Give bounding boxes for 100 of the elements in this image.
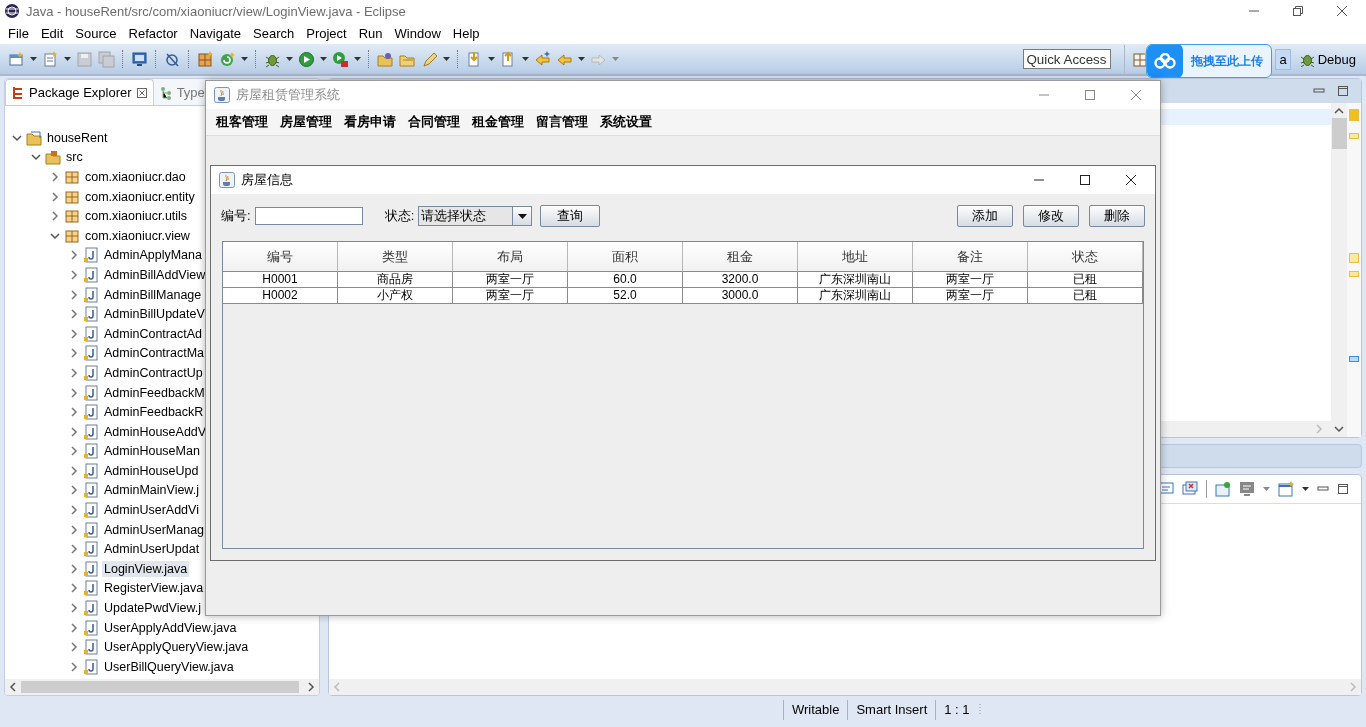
collapsed-chevron-icon[interactable] [68, 288, 80, 301]
menu-item[interactable]: 房屋管理 [274, 113, 338, 131]
refresh-icon[interactable] [219, 50, 236, 68]
collapsed-chevron-icon[interactable] [68, 621, 80, 634]
overview-marker[interactable] [1349, 253, 1359, 263]
tree-item[interactable]: AdminHouseAddV [102, 423, 209, 440]
caret-icon[interactable] [286, 57, 293, 61]
tree-item[interactable]: com.xiaoniucr.utils [83, 208, 190, 225]
tree-item[interactable]: AdminContractMa [102, 345, 207, 362]
menu-item[interactable]: Help [446, 25, 486, 41]
action-button[interactable]: 添加 [957, 205, 1013, 227]
caret-icon[interactable] [578, 57, 585, 61]
new-window-icon[interactable] [8, 50, 25, 68]
tree-item[interactable]: AdminContractUp [102, 364, 205, 381]
collapsed-chevron-icon[interactable] [49, 190, 61, 203]
tree-item[interactable]: com.xiaoniucr.view [83, 227, 192, 244]
caret-icon[interactable] [64, 57, 71, 61]
collapsed-chevron-icon[interactable] [68, 484, 80, 497]
menu-item[interactable]: Source [69, 25, 123, 41]
menu-item[interactable]: Search [247, 25, 301, 41]
caret-icon[interactable] [30, 57, 37, 61]
collapsed-chevron-icon[interactable] [68, 523, 80, 536]
menu-item[interactable]: Window [388, 25, 447, 41]
tree-item[interactable]: UserBillQueryView.java [102, 658, 236, 675]
menu-item[interactable]: 看房申请 [338, 113, 402, 131]
tree-item[interactable]: com.xiaoniucr.entity [83, 188, 197, 205]
overview-marker[interactable] [1349, 356, 1359, 362]
action-button[interactable]: 删除 [1089, 205, 1145, 227]
tree-item[interactable]: AdminUserUpdat [102, 541, 202, 558]
tree-item[interactable]: AdminApplyMana [102, 247, 204, 264]
pen-icon[interactable] [421, 50, 438, 68]
new-file-icon[interactable] [42, 50, 59, 68]
tree-item[interactable]: LoginView.java [102, 560, 190, 577]
collapsed-chevron-icon[interactable] [68, 386, 80, 399]
back-edit-icon[interactable] [534, 50, 551, 68]
caret-icon[interactable] [354, 57, 361, 61]
menu-item[interactable]: Run [352, 25, 389, 41]
status-dropdown[interactable]: 请选择状态 [418, 206, 533, 226]
collapsed-chevron-icon[interactable] [68, 582, 80, 595]
tree-item[interactable]: com.xiaoniucr.dao [83, 169, 188, 185]
run-icon[interactable] [298, 50, 315, 68]
tree-item[interactable]: AdminUserAddVi [102, 502, 201, 519]
collapsed-chevron-icon[interactable] [68, 366, 80, 379]
quick-access-field[interactable]: Quick Access [1023, 49, 1112, 69]
column-header[interactable]: 布局 [453, 242, 568, 272]
menu-item[interactable]: 合同管理 [402, 113, 466, 131]
id-input-field[interactable] [254, 207, 363, 225]
collapsed-chevron-icon[interactable] [68, 504, 80, 517]
remove-launch-icon[interactable] [1182, 481, 1198, 497]
tree-item[interactable]: AdminHouseUpd [102, 462, 201, 479]
collapsed-chevron-icon[interactable] [68, 464, 80, 477]
tree-item[interactable]: AdminFeedbackM [102, 384, 207, 401]
column-header[interactable]: 面积 [568, 242, 683, 272]
upload-drop-badge[interactable]: 拖拽至此上传 [1146, 44, 1272, 78]
tree-item[interactable]: houseRent [45, 129, 110, 146]
restore-icon[interactable] [1292, 5, 1304, 17]
column-header[interactable]: 类型 [338, 242, 453, 272]
collapsed-chevron-icon[interactable] [68, 660, 80, 673]
maximize-icon[interactable] [1079, 174, 1091, 186]
caret-icon[interactable] [443, 57, 450, 61]
view-tab[interactable]: Package Explorer [5, 79, 154, 105]
maximize-icon[interactable] [1337, 483, 1349, 495]
collapsed-chevron-icon[interactable] [68, 347, 80, 360]
caret-icon[interactable] [320, 57, 327, 61]
minimize-icon[interactable] [1317, 485, 1329, 493]
tree-item[interactable]: AdminContractAd [102, 325, 204, 342]
close-icon[interactable] [1125, 174, 1137, 186]
menu-item[interactable]: Edit [34, 25, 70, 41]
action-button[interactable]: 修改 [1023, 205, 1079, 227]
query-button[interactable]: 查询 [540, 205, 601, 227]
grid-icon[interactable] [197, 50, 214, 68]
column-header[interactable]: 地址 [798, 242, 913, 272]
scrollbar-thumb[interactable] [1331, 118, 1347, 149]
scroll-left-icon[interactable] [9, 682, 17, 692]
caret-icon[interactable] [241, 57, 248, 61]
monitor-icon[interactable] [131, 50, 148, 68]
overview-marker[interactable] [1349, 271, 1359, 277]
collapsed-chevron-icon[interactable] [68, 268, 80, 281]
collapsed-chevron-icon[interactable] [68, 249, 80, 262]
open-folder-icon[interactable] [377, 50, 394, 68]
collapsed-chevron-icon[interactable] [68, 602, 80, 615]
tree-item[interactable]: AdminFeedbackR [102, 404, 206, 421]
view-tab[interactable]: Type [153, 80, 211, 105]
menu-item[interactable]: Refactor [122, 25, 184, 41]
menu-item[interactable]: 留言管理 [530, 113, 594, 131]
tree-item[interactable]: UpdatePwdView.j [102, 600, 204, 617]
tree-item[interactable]: UserApplyQueryView.java [102, 639, 251, 656]
perspective-button[interactable]: a [1275, 48, 1291, 70]
menu-item[interactable]: Project [300, 25, 353, 41]
menu-item[interactable]: 租金管理 [466, 113, 530, 131]
menu-item[interactable]: File [2, 25, 35, 41]
close-icon[interactable] [1336, 5, 1348, 17]
menu-item[interactable]: 租客管理 [210, 113, 274, 131]
collapsed-chevron-icon[interactable] [49, 210, 61, 223]
minimize-icon[interactable] [1313, 87, 1325, 95]
collapsed-chevron-icon[interactable] [68, 543, 80, 556]
scroll-down-icon[interactable] [1334, 426, 1344, 433]
run-external-icon[interactable] [332, 50, 349, 68]
tree-item[interactable]: AdminBillManage [102, 286, 204, 303]
scroll-right-icon[interactable] [307, 682, 315, 692]
